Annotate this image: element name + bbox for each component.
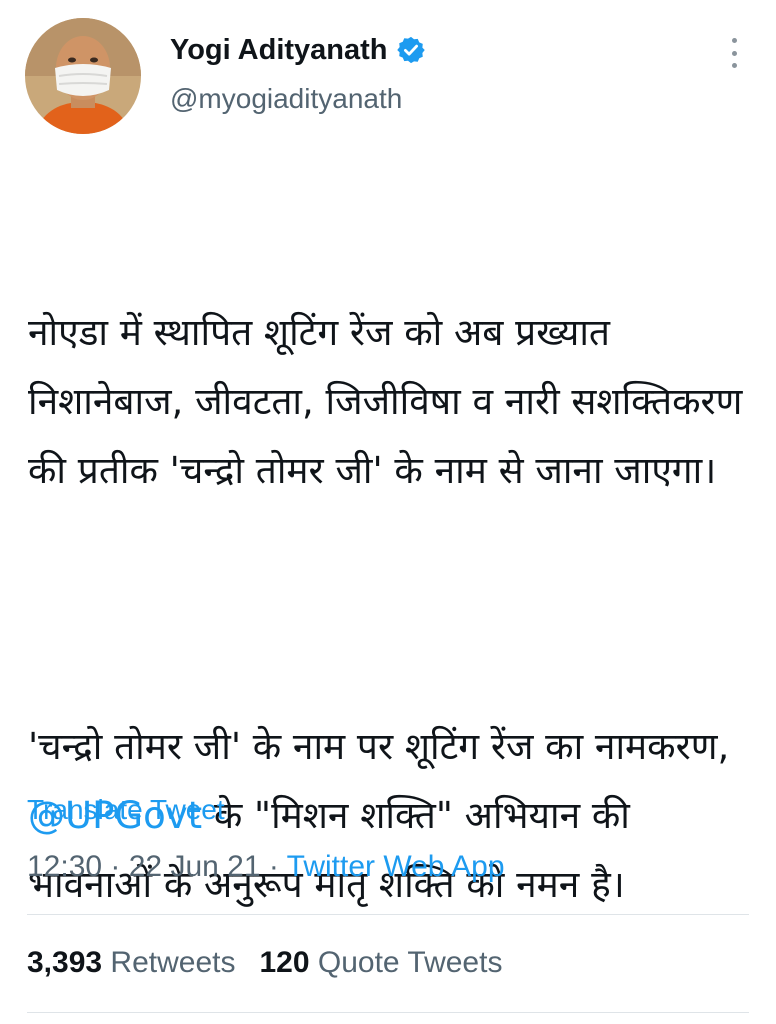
tweet-text-part: 'चन्द्रो तोमर जी' के नाम पर शूटिंग रेंज … [28,725,742,768]
display-name-row: Yogi Adityanath [170,28,426,72]
tweet-source-link[interactable]: Twitter Web App [287,850,505,883]
avatar[interactable] [25,18,141,134]
retweets-count: 3,393 [27,946,103,979]
meta-separator: · [102,850,129,883]
quote-tweets-count: 120 [259,946,310,979]
user-handle[interactable]: @myogiadityanath [170,83,402,115]
translate-tweet-link[interactable]: Translate Tweet [27,794,225,826]
divider [27,914,749,915]
verified-badge-icon [396,36,425,64]
tweet-date[interactable]: 22 Jun 21 [129,850,261,883]
quote-tweets-stat[interactable]: 120 Quote Tweets [259,946,502,979]
tweet-time[interactable]: 12:30 [27,850,102,883]
tweet-paragraph-1: नोएडा में स्थापित शूटिंग रेंज को अब प्रख… [28,311,755,492]
quote-tweets-label: Quote Tweets [317,946,503,979]
tweet-header: Yogi Adityanath @myogiadityanath [0,0,776,150]
avatar-image [25,18,141,134]
tweet-stats: 3,393 Retweets 120 Quote Tweets [27,946,502,980]
retweets-label: Retweets [110,946,236,979]
meta-separator: · [260,850,287,883]
display-name[interactable]: Yogi Adityanath [170,34,388,67]
retweets-stat[interactable]: 3,393 Retweets [27,946,235,979]
tweet-meta: 12:30 · 22 Jun 21 · Twitter Web App [27,850,505,884]
more-options-icon[interactable] [722,38,746,68]
divider [27,1012,749,1013]
